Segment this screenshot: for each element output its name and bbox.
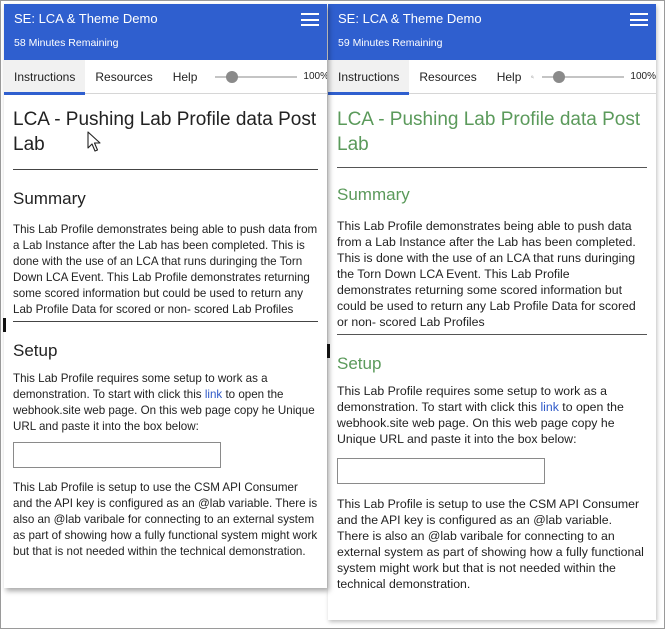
app-title: SE: LCA & Theme Demo [338, 11, 482, 26]
instructions-content: LCA - Pushing Lab Profile data Post Lab … [4, 94, 327, 560]
summary-heading: Summary [337, 185, 410, 204]
summary-paragraph: This Lab Profile demonstrates being able… [337, 219, 636, 329]
zoom-slider[interactable] [215, 70, 298, 84]
tab-resources[interactable]: Resources [409, 60, 486, 94]
webhook-site-link[interactable]: link [205, 388, 222, 401]
csm-api-paragraph: This Lab Profile is setup to use the CSM… [13, 481, 318, 558]
setup-paragraph: This Lab Profile requires some setup to … [337, 383, 647, 447]
lab-panel-custom-theme: SE: LCA & Theme Demo 59 Minutes Remainin… [328, 4, 656, 620]
summary-heading: Summary [13, 189, 86, 208]
divider [337, 167, 647, 168]
hamburger-menu-icon[interactable] [301, 13, 319, 26]
zoom-slider-thumb[interactable] [226, 70, 239, 83]
time-remaining: 58 Minutes Remaining [14, 37, 119, 49]
divider [13, 321, 318, 322]
setup-heading: Setup [337, 354, 382, 373]
unique-url-input[interactable] [337, 458, 545, 484]
zoom-percentage: 100% [303, 71, 327, 82]
document-title: LCA - Pushing Lab Profile data Post Lab [13, 109, 317, 155]
tab-instructions[interactable]: Instructions [4, 59, 86, 95]
hamburger-menu-icon[interactable] [630, 13, 648, 26]
mouse-pointer-icon [87, 131, 101, 152]
zoom-slider-thumb[interactable] [553, 70, 566, 83]
tab-help[interactable]: Help [163, 60, 202, 94]
divider [13, 169, 318, 170]
tab-bar: Instructions Resources Help 100% [328, 59, 656, 95]
unique-url-input[interactable] [13, 442, 221, 468]
app-header: SE: LCA & Theme Demo 58 Minutes Remainin… [4, 4, 327, 60]
setup-heading: Setup [13, 341, 58, 360]
app-header: SE: LCA & Theme Demo 59 Minutes Remainin… [328, 4, 656, 60]
tab-help[interactable]: Help [487, 60, 526, 94]
panel-resize-handle[interactable] [327, 344, 330, 358]
csm-api-paragraph: This Lab Profile is setup to use the CSM… [337, 497, 644, 591]
panel-resize-handle[interactable] [3, 318, 6, 332]
zoom-slider[interactable] [542, 70, 625, 84]
tab-resources[interactable]: Resources [85, 60, 162, 94]
divider [337, 334, 647, 335]
tab-bar: Instructions Resources Help 100% [4, 59, 327, 95]
setup-paragraph: This Lab Profile requires some setup to … [13, 371, 318, 435]
instructions-content: LCA - Pushing Lab Profile data Post Lab … [328, 94, 656, 592]
lab-panel-default-theme: SE: LCA & Theme Demo 58 Minutes Remainin… [4, 4, 327, 588]
app-title: SE: LCA & Theme Demo [14, 11, 158, 26]
magnifier-icon[interactable] [531, 70, 535, 84]
time-remaining: 59 Minutes Remaining [338, 37, 443, 49]
zoom-percentage: 100% [630, 71, 656, 82]
summary-paragraph: This Lab Profile demonstrates being able… [13, 223, 318, 316]
document-title: LCA - Pushing Lab Profile data Post Lab [337, 109, 641, 155]
tab-instructions[interactable]: Instructions [328, 59, 410, 95]
webhook-site-link[interactable]: link [540, 400, 558, 414]
